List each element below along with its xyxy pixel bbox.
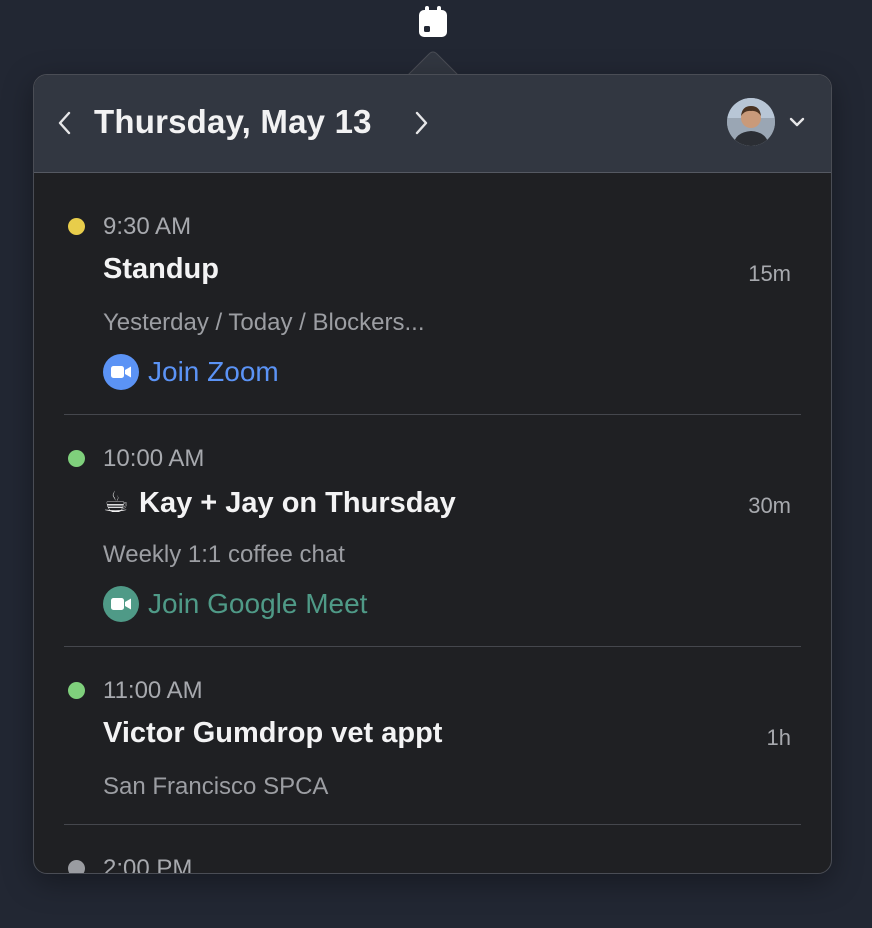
event-divider <box>64 646 801 647</box>
date-title: Thursday, May 13 <box>94 103 372 140</box>
event-divider <box>64 824 801 825</box>
join-google-meet-label: Join Google Meet <box>148 588 368 619</box>
calendar-color-dot <box>68 218 85 235</box>
event-title: Standup <box>103 253 219 285</box>
event-divider <box>64 414 801 415</box>
coffee-emoji: ☕ <box>103 487 129 519</box>
calendar-color-dot <box>68 450 85 467</box>
event-duration: 15m <box>748 261 791 286</box>
next-day-button[interactable] <box>410 109 432 137</box>
chevron-left-icon <box>58 111 71 135</box>
event-title-text: Kay + Jay on Thursday <box>139 487 456 519</box>
popover-arrow <box>408 51 458 76</box>
chevron-down-icon <box>789 117 805 127</box>
join-zoom-label: Join Zoom <box>148 356 279 387</box>
event-item[interactable]: 11:00 AM Victor Gumdrop vet appt 1h San … <box>64 669 801 809</box>
event-time: 2:00 PM <box>103 855 193 874</box>
event-title: Victor Gumdrop vet appt <box>103 717 443 749</box>
join-zoom-button[interactable]: Join Zoom <box>103 354 279 390</box>
popover-header: Thursday, May 13 <box>34 75 831 173</box>
chevron-right-icon <box>415 111 428 135</box>
join-google-meet-button[interactable]: Join Google Meet <box>103 586 367 622</box>
calendar-color-dot <box>68 682 85 699</box>
calendar-menubar-icon[interactable] <box>418 6 448 38</box>
event-description: Weekly 1:1 coffee chat <box>103 541 345 568</box>
event-description: San Francisco SPCA <box>103 773 329 800</box>
video-camera-icon <box>103 586 139 622</box>
account-menu-chevron[interactable] <box>788 115 806 129</box>
event-title: ☕ Kay + Jay on Thursday <box>103 485 456 520</box>
calendar-popover: Thursday, May 13 9:30 AM Standup 15m Yes… <box>33 74 832 874</box>
event-time: 9:30 AM <box>103 213 192 240</box>
video-camera-icon <box>103 354 139 390</box>
event-duration: 30m <box>748 493 791 518</box>
event-item[interactable]: 9:30 AM Standup 15m Yesterday / Today / … <box>64 205 801 395</box>
previous-day-button[interactable] <box>54 109 76 137</box>
account-avatar[interactable] <box>727 98 775 146</box>
event-item[interactable]: 10:00 AM ☕ Kay + Jay on Thursday 30m Week… <box>64 437 801 627</box>
calendar-color-dot <box>68 860 85 873</box>
event-time: 10:00 AM <box>103 445 205 472</box>
event-time: 11:00 AM <box>103 677 203 704</box>
event-duration: 1h <box>766 725 791 750</box>
event-description: Yesterday / Today / Blockers... <box>103 309 425 336</box>
event-item[interactable]: 2:00 PM <box>64 847 801 874</box>
